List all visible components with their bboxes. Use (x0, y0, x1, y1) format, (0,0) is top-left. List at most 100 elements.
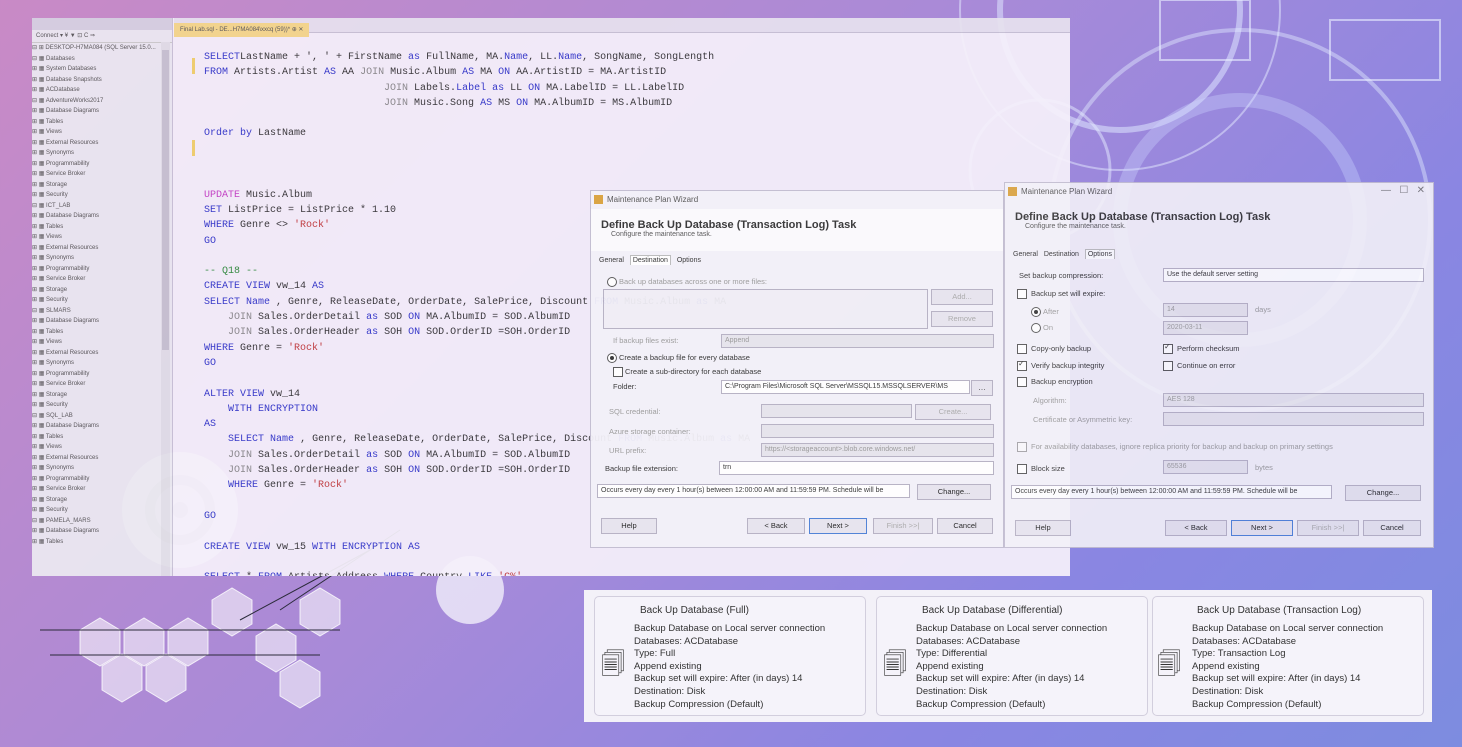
tree-node[interactable]: ⊞ ▦ Service Broker (32, 484, 172, 495)
finish-button[interactable]: Finish >>| (873, 518, 933, 534)
tree-node[interactable]: ⊞ ▦ Views (32, 337, 172, 348)
after-days-input[interactable]: 14 (1163, 303, 1248, 317)
if-exist-select[interactable]: Append (721, 334, 994, 348)
tree-node[interactable]: ⊟ ▦ PAMELA_MARS (32, 516, 172, 527)
change-schedule-button[interactable]: Change... (1345, 485, 1421, 501)
code-line[interactable]: JOIN Music.Song AS MS ON MA.AlbumID = MS… (204, 96, 750, 111)
tree-node[interactable]: ⊞ ▦ Views (32, 442, 172, 453)
code-line[interactable] (204, 172, 750, 187)
code-line[interactable]: SELECT * FROM Artists.Address WHERE Coun… (204, 570, 750, 576)
tree-node[interactable]: ⊟ ▦ AdventureWorks2017 (32, 96, 172, 107)
cancel-button[interactable]: Cancel (937, 518, 993, 534)
tree-node[interactable]: ⊞ ▦ Storage (32, 180, 172, 191)
tree-node[interactable]: ⊞ ▦ Views (32, 232, 172, 243)
tree-node[interactable]: ⊞ ▦ Security (32, 190, 172, 201)
tree-node[interactable]: ⊞ ▦ Tables (32, 537, 172, 548)
tab-destination[interactable]: Destination (629, 255, 671, 265)
tree-node[interactable]: ⊞ ▦ Security (32, 295, 172, 306)
azure-container-input[interactable] (761, 424, 994, 438)
files-list[interactable] (603, 289, 928, 329)
checkbox-block-size[interactable] (1017, 464, 1027, 474)
tree-node[interactable]: ⊞ ▦ Database Diagrams (32, 526, 172, 537)
tab-options[interactable]: Options (1084, 249, 1115, 259)
tree-node[interactable]: ⊞ ▦ Synonyms (32, 358, 172, 369)
cancel-button[interactable]: Cancel (1363, 520, 1421, 536)
code-line[interactable]: JOIN Labels.Label as LL ON MA.LabelID = … (204, 81, 750, 96)
tree-node[interactable]: ⊞ ▦ Database Diagrams (32, 421, 172, 432)
task-card-full[interactable]: Back Up Database (Full) 🗐 Backup Databas… (594, 596, 866, 716)
sql-credential-select[interactable] (761, 404, 912, 418)
code-line[interactable] (204, 111, 750, 126)
tree-node[interactable]: ⊞ ▦ Programmability (32, 159, 172, 170)
radio-on[interactable] (1031, 323, 1041, 333)
radio-across-files[interactable] (607, 277, 617, 287)
checkbox-replica-priority[interactable] (1017, 442, 1027, 452)
tree-node[interactable]: ⊞ ▦ Service Broker (32, 379, 172, 390)
on-date-input[interactable]: 2020-03-11 (1163, 321, 1248, 335)
tab-general[interactable]: General (599, 257, 624, 264)
tree-node[interactable]: ⊟ ▦ Databases (32, 54, 172, 65)
code-line[interactable]: FROM Artists.Artist AS AA JOIN Music.Alb… (204, 65, 750, 80)
tree-node[interactable]: ⊟ ▦ SQL_LAB (32, 411, 172, 422)
object-explorer-tree[interactable]: ⊟ ⊞ DESKTOP-H7MA084 (SQL Server 15.0... … (32, 43, 172, 547)
tree-node[interactable]: ⊞ ▦ Security (32, 505, 172, 516)
tree-node[interactable]: ⊞ ▦ Tables (32, 117, 172, 128)
code-line[interactable] (204, 555, 750, 570)
create-button[interactable]: Create... (915, 404, 991, 420)
tab-general[interactable]: General (1013, 251, 1038, 258)
radio-after[interactable] (1031, 307, 1041, 317)
task-card-transaction-log[interactable]: Back Up Database (Transaction Log) 🗐 Bac… (1152, 596, 1424, 716)
tree-node[interactable]: ⊞ ▦ Synonyms (32, 253, 172, 264)
tree-node[interactable]: ⊞ ▦ Database Diagrams (32, 106, 172, 117)
tree-node[interactable]: ⊞ ▦ External Resources (32, 453, 172, 464)
compression-select[interactable]: Use the default server setting (1163, 268, 1424, 282)
add-button[interactable]: Add... (931, 289, 993, 305)
tree-node[interactable]: ⊞ ▦ ACDatabase (32, 85, 172, 96)
radio-every-database[interactable] (607, 353, 617, 363)
tree-node[interactable]: ⊞ ▦ Views (32, 127, 172, 138)
checkbox-encryption[interactable] (1017, 377, 1027, 387)
tree-node[interactable]: ⊞ ▦ Storage (32, 390, 172, 401)
tree-node[interactable]: ⊞ ▦ Security (32, 400, 172, 411)
tree-node[interactable]: ⊞ ▦ Programmability (32, 369, 172, 380)
tree-node[interactable]: ⊞ ▦ Service Broker (32, 274, 172, 285)
checkbox-checksum[interactable] (1163, 342, 1173, 354)
help-button[interactable]: Help (1015, 520, 1071, 536)
finish-button[interactable]: Finish >>| (1297, 520, 1359, 536)
remove-button[interactable]: Remove (931, 311, 993, 327)
tree-node[interactable]: ⊞ ▦ Programmability (32, 474, 172, 485)
tree-node[interactable]: ⊟ ▦ SLMARS (32, 306, 172, 317)
next-button[interactable]: Next > (809, 518, 867, 534)
tree-node[interactable]: ⊟ ⊞ DESKTOP-H7MA084 (SQL Server 15.0... (32, 43, 172, 54)
tree-node[interactable]: ⊞ ▦ Programmability (32, 264, 172, 275)
tree-node[interactable]: ⊞ ▦ System Databases (32, 64, 172, 75)
object-explorer-toolbar[interactable]: Connect ▾ ¥ ▼ ⊡ C ⇒ (32, 30, 172, 43)
back-button[interactable]: < Back (747, 518, 805, 534)
tree-node[interactable]: ⊞ ▦ Storage (32, 495, 172, 506)
tree-node[interactable]: ⊞ ▦ External Resources (32, 138, 172, 149)
tab-destination[interactable]: Destination (1044, 251, 1079, 258)
tree-node[interactable]: ⊟ ▦ ICT_LAB (32, 201, 172, 212)
tree-node[interactable]: ⊞ ▦ Tables (32, 432, 172, 443)
code-line[interactable] (204, 142, 750, 157)
block-size-select[interactable]: 65536 (1163, 460, 1248, 474)
checkbox-continue-on-error[interactable] (1163, 361, 1173, 371)
code-line[interactable]: Order by LastName (204, 126, 750, 141)
back-button[interactable]: < Back (1165, 520, 1227, 536)
tree-node[interactable]: ⊞ ▦ Storage (32, 285, 172, 296)
certificate-select[interactable] (1163, 412, 1424, 426)
browse-button[interactable]: … (971, 380, 993, 396)
window-controls[interactable]: — ☐ ✕ (1381, 185, 1425, 196)
tree-node[interactable]: ⊞ ▦ Database Snapshots (32, 75, 172, 86)
tab-options[interactable]: Options (677, 257, 701, 264)
tree-node[interactable]: ⊞ ▦ Database Diagrams (32, 211, 172, 222)
tree-node[interactable]: ⊞ ▦ External Resources (32, 348, 172, 359)
next-button[interactable]: Next > (1231, 520, 1293, 536)
tree-node[interactable]: ⊞ ▦ Synonyms (32, 463, 172, 474)
task-card-differential[interactable]: Back Up Database (Differential) 🗐 Backup… (876, 596, 1148, 716)
algorithm-select[interactable]: AES 128 (1163, 393, 1424, 407)
checkbox-verify[interactable] (1017, 359, 1027, 371)
help-button[interactable]: Help (601, 518, 657, 534)
code-line[interactable]: SELECTLastName + ', ' + FirstName as Ful… (204, 50, 750, 65)
tree-node[interactable]: ⊞ ▦ External Resources (32, 243, 172, 254)
